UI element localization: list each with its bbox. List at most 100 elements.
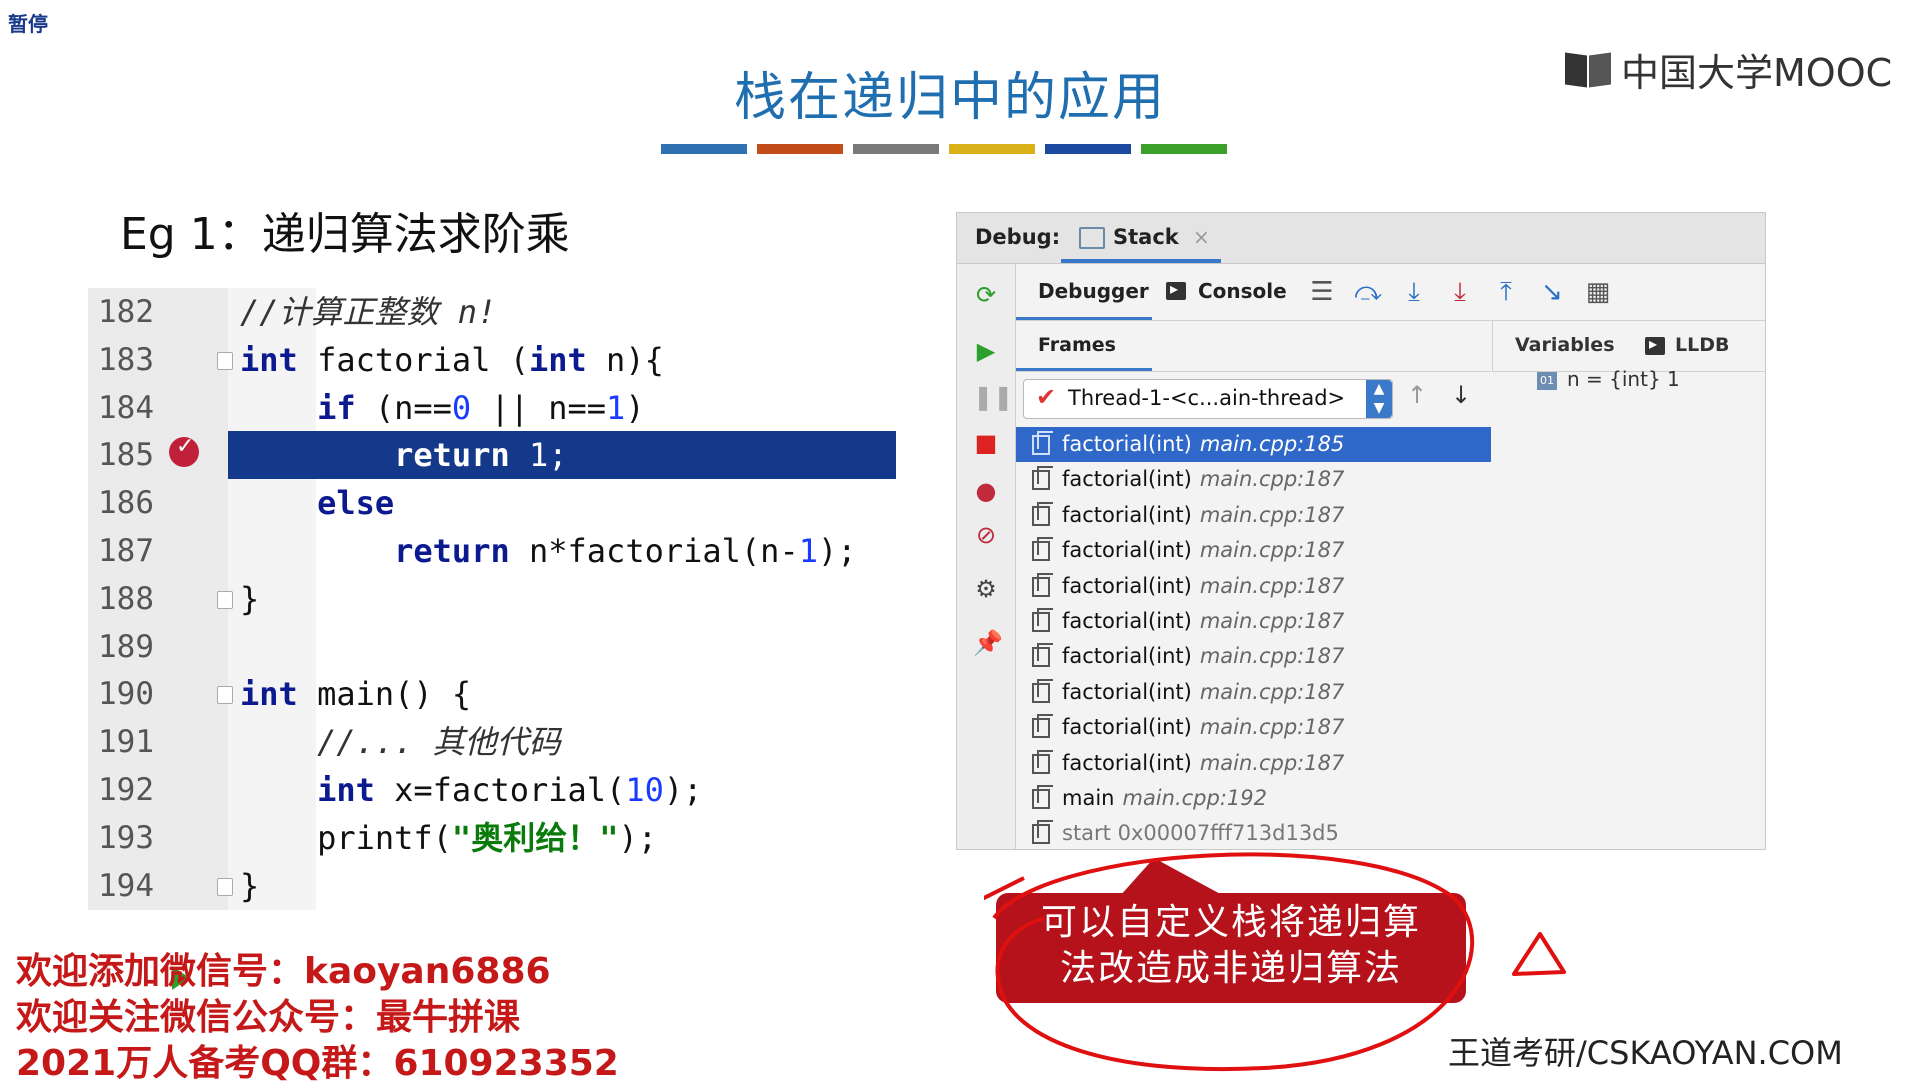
stop-icon[interactable]: ■ [973,430,999,456]
line-number: 189 [98,628,154,665]
evaluate-expression-icon[interactable]: ▦ [1582,276,1614,308]
menu-icon[interactable]: ☰ [1306,276,1338,308]
code-line[interactable]: 190 int main() { [88,670,896,718]
frame-function: factorial(int) main.cpp:187 [1062,644,1345,669]
fold-icon[interactable] [217,351,233,370]
tab-lldb[interactable]: LLDB [1675,334,1729,356]
step-into-icon[interactable]: ⤓ [1398,276,1430,308]
color-bar-segment [1045,144,1131,154]
code-line[interactable]: 185 return 1; [88,431,896,480]
tab-stack[interactable]: Stack × [1061,213,1221,263]
pause-icon[interactable]: ❚❚ [973,384,1013,410]
code-editor[interactable]: 182//计算正整数 n! 183 int factorial (int n){18… [88,288,896,990]
variable-value: n = {int} 1 [1567,367,1680,391]
code-text: int x=factorial(10); [317,771,703,809]
fold-icon[interactable] [217,877,233,896]
mute-breakpoints-icon[interactable]: ⊘ [973,522,999,548]
frame-function: factorial(int) main.cpp:187 [1062,608,1345,633]
rerun-icon[interactable]: ⟳ [973,282,999,308]
chevron-updown-icon[interactable]: ▲ ▼ [1366,380,1392,418]
frame-row[interactable]: factorial(int) main.cpp:187 [1016,462,1491,497]
frame-row[interactable]: factorial(int) main.cpp:187 [1016,533,1491,568]
frame-function: factorial(int) main.cpp:187 [1062,502,1345,527]
line-number: 185 [98,437,154,474]
frame-row[interactable]: factorial(int) main.cpp:185 [1016,427,1491,463]
frame-row[interactable]: factorial(int) main.cpp:187 [1016,746,1491,781]
frame-row[interactable]: factorial(int) main.cpp:187 [1016,569,1491,604]
code-line[interactable]: 193 printf("奥利给！"); [88,814,896,862]
frame-function: factorial(int) main.cpp:187 [1062,467,1345,492]
code-text: } [240,866,260,905]
triangle-annotation-icon [1512,932,1566,976]
line-number: 188 [98,580,154,617]
frame-row[interactable]: factorial(int) main.cpp:187 [1016,710,1491,745]
frame-row[interactable]: factorial(int) main.cpp:187 [1016,498,1491,533]
frame-function: factorial(int) main.cpp:187 [1062,750,1345,775]
code-line[interactable]: 187 return n*factorial(n-1); [88,527,896,575]
code-line[interactable]: 186 else [88,479,896,527]
code-line[interactable]: 192 int x=factorial(10); [88,766,896,814]
run-to-cursor-icon[interactable]: ↘ [1536,276,1568,308]
mooc-logo-text: 中国大学MOOC [1621,51,1893,95]
console-icon [1166,279,1186,300]
code-text: int factorial (int n){ [240,340,664,379]
frame-location: main.cpp:187 [1199,715,1345,740]
line-number: 190 [98,676,154,713]
arrow-up-icon[interactable]: ↑ [1407,381,1427,409]
code-text: return 1; [394,436,568,475]
tab-variables[interactable]: Variables [1515,334,1615,356]
debug-panel: Debug: Stack × ⟳ ▶ ❚❚ ■ ● ⊘ ⚙ 📌 Debugger… [956,212,1766,850]
thread-select[interactable]: ✔ Thread-1-<c...ain-thread> ▲ ▼ [1023,379,1393,419]
view-breakpoints-icon[interactable]: ● [973,478,999,504]
resume-icon[interactable]: ▶ [973,338,999,364]
frame-icon [1032,714,1053,739]
step-out-icon[interactable]: ⤒ [1490,276,1522,308]
frame-function: factorial(int) main.cpp:187 [1062,679,1345,704]
frame-row[interactable]: factorial(int) main.cpp:187 [1016,675,1491,710]
promo-wechat: 欢迎添加微信号：kaoyan6886 [16,951,551,992]
code-line[interactable]: 191 //... 其他代码 [88,718,896,766]
code-line[interactable]: 182 //计算正整数 n! [88,288,896,336]
force-step-into-icon[interactable]: ⤓ [1444,276,1476,308]
frame-function: main main.cpp:192 [1062,785,1267,810]
tab-console-label: Console [1198,279,1287,303]
close-icon[interactable]: × [1193,225,1210,249]
frame-row[interactable]: main main.cpp:192 [1016,781,1491,816]
debug-label: Debug: [975,225,1061,249]
tab-console[interactable]: Console [1166,264,1296,320]
color-bar-segment [853,144,939,154]
frame-icon [1032,537,1053,562]
frame-function: factorial(int) main.cpp:185 [1062,432,1345,456]
line-number: 186 [98,485,154,522]
code-line[interactable]: 184 if (n==0 || n==1) [88,384,896,432]
mooc-logo: 中国大学MOOC [1565,42,1892,97]
breakpoint-icon[interactable] [169,434,199,467]
variable-row[interactable]: 01 n = {int} 1 [1537,367,1680,391]
frame-location: main.cpp:187 [1199,573,1345,598]
tab-frames[interactable]: Frames [1016,321,1152,371]
code-text: if (n==0 || n==1) [317,388,645,427]
settings-icon[interactable]: ⚙ [973,576,999,602]
line-number: 183 [98,341,154,378]
code-line[interactable]: 183 int factorial (int n){ [88,336,896,384]
title-color-bar [661,144,1227,154]
pin-icon[interactable]: 📌 [973,630,1003,656]
code-line[interactable]: 188} [88,575,896,623]
code-line[interactable]: 194} [88,862,896,910]
stack-tab-label: Stack [1113,225,1179,249]
tab-debugger[interactable]: Debugger [1016,264,1152,320]
frame-function: factorial(int) main.cpp:187 [1062,715,1345,740]
code-line[interactable]: 189 [88,623,896,671]
frames-header: Frames [1016,321,1491,372]
line-number: 191 [98,724,154,761]
fold-icon[interactable] [217,686,233,705]
book-icon [1565,50,1613,90]
frame-row[interactable]: factorial(int) main.cpp:187 [1016,639,1491,674]
arrow-down-icon[interactable]: ↓ [1451,381,1471,409]
frame-row[interactable]: factorial(int) main.cpp:187 [1016,604,1491,639]
tab-debugger-label: Debugger [1038,279,1149,303]
fold-icon[interactable] [217,590,233,609]
frame-function: factorial(int) main.cpp:187 [1062,573,1345,598]
frame-icon [1032,607,1053,632]
step-over-icon[interactable]: ⤼ [1352,276,1384,308]
